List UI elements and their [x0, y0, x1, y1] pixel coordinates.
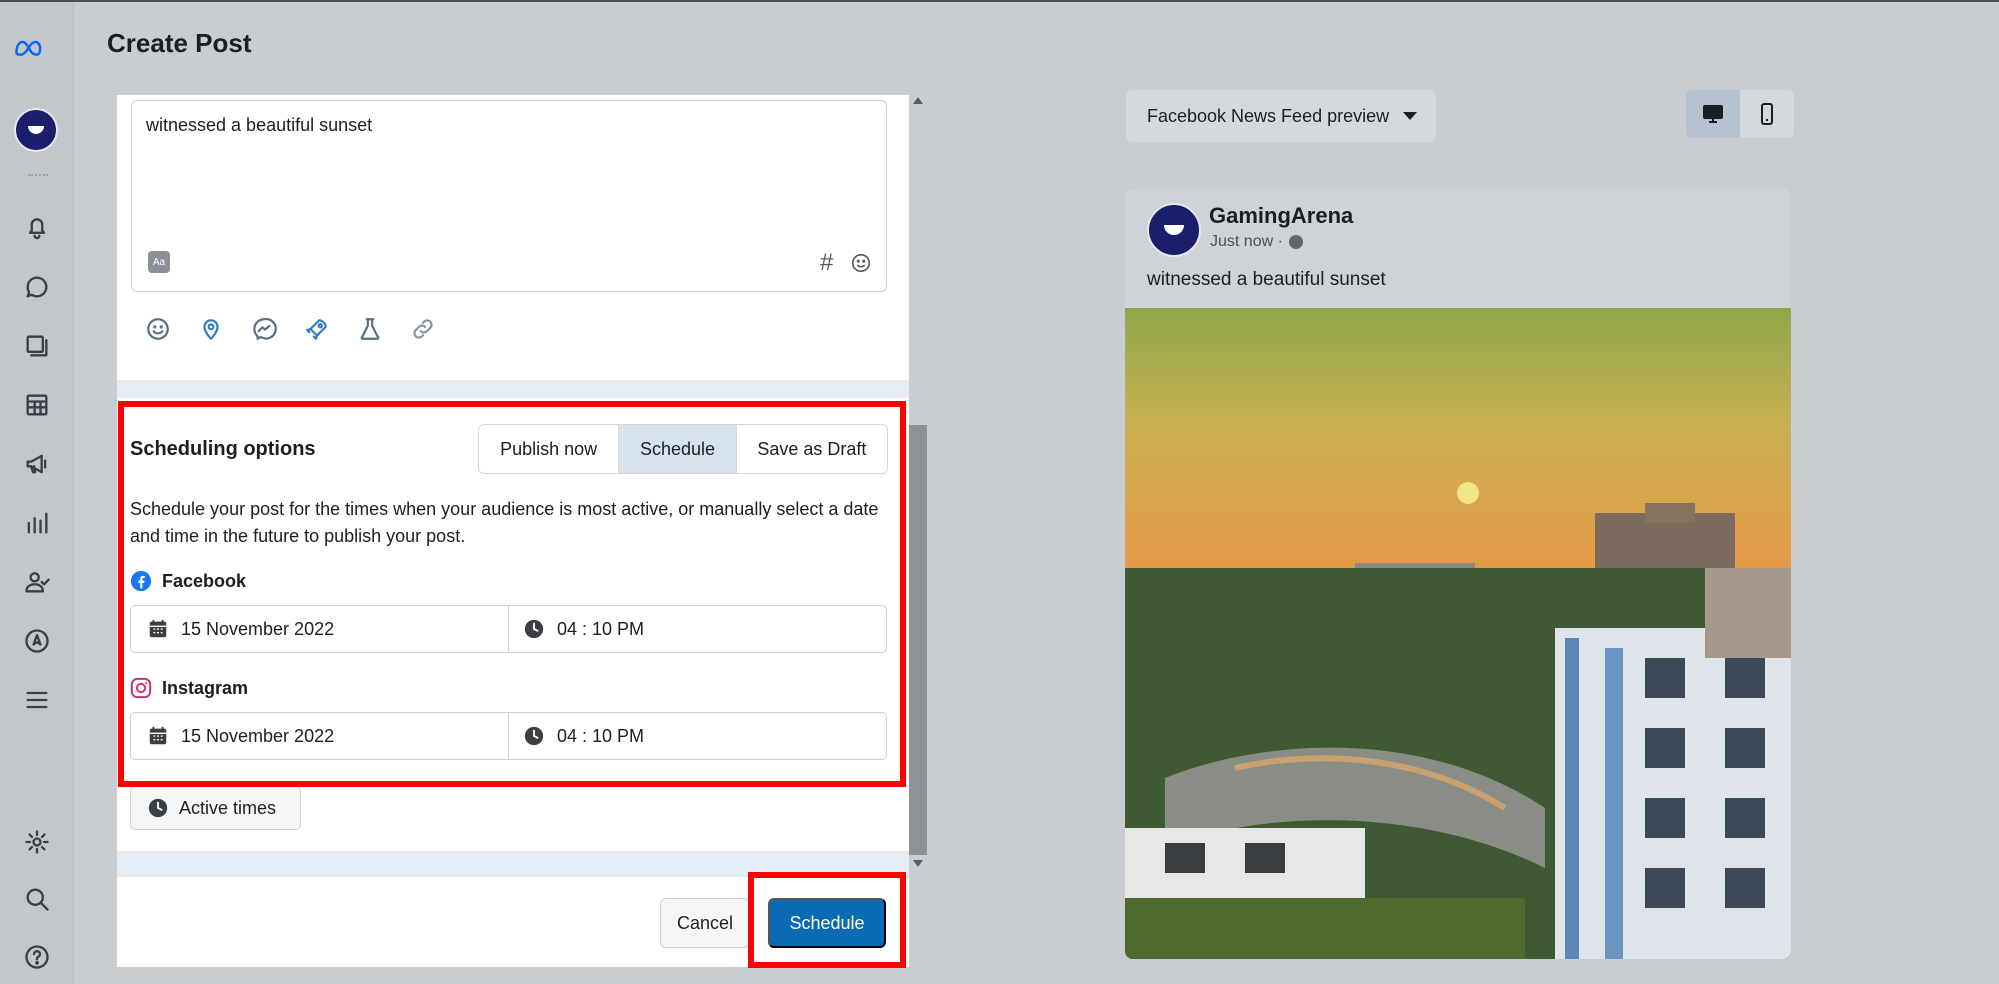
compass-icon[interactable]	[20, 624, 54, 658]
post-meta: Just now ·	[1210, 233, 1303, 251]
emoji-icon[interactable]	[850, 252, 872, 274]
active-times-button[interactable]: Active times	[130, 786, 301, 830]
test-flask-icon[interactable]	[357, 316, 383, 342]
schedule-button-highlight-box	[748, 872, 906, 968]
menu-icon[interactable]	[20, 683, 54, 717]
post-text-value: witnessed a beautiful sunset	[146, 115, 373, 135]
bell-icon[interactable]	[20, 210, 54, 244]
pages-icon[interactable]	[20, 329, 54, 363]
post-preview-card: GamingArena Just now · witnessed a beaut…	[1125, 189, 1791, 959]
feeling-icon[interactable]	[145, 316, 171, 342]
sunset-photo	[1125, 308, 1791, 959]
page-title: Create Post	[107, 28, 252, 58]
hashtag-icon[interactable]: #	[820, 249, 833, 277]
scroll-up-arrow-icon[interactable]	[913, 97, 923, 104]
link-icon[interactable]	[410, 316, 436, 342]
mobile-preview-button[interactable]	[1740, 90, 1794, 138]
preview-type-label: Facebook News Feed preview	[1147, 105, 1390, 126]
section-divider	[117, 380, 909, 398]
rail-separator	[28, 174, 48, 176]
account-avatar[interactable]	[14, 108, 58, 152]
text-format-icon[interactable]: Aa	[148, 251, 170, 273]
messenger-icon[interactable]	[251, 316, 277, 342]
help-icon[interactable]	[20, 940, 54, 974]
people-icon[interactable]	[20, 565, 54, 599]
chevron-down-icon	[1403, 112, 1418, 120]
desktop-icon	[1703, 105, 1723, 123]
mobile-icon	[1761, 103, 1773, 125]
top-border	[0, 0, 1999, 2]
post-timestamp: Just now ·	[1210, 233, 1283, 250]
clock-icon	[148, 798, 168, 818]
location-pin-icon[interactable]	[198, 316, 224, 342]
globe-icon	[1288, 235, 1303, 249]
post-text-input[interactable]: witnessed a beautiful sunset Aa #	[131, 100, 887, 292]
left-nav-rail	[0, 2, 74, 984]
desktop-preview-button[interactable]	[1686, 90, 1740, 138]
scheduling-highlight-box	[118, 401, 906, 787]
table-icon[interactable]	[20, 388, 54, 422]
preview-type-dropdown[interactable]: Facebook News Feed preview	[1126, 90, 1436, 142]
boost-rocket-icon[interactable]	[304, 316, 330, 342]
active-times-label: Active times	[179, 797, 277, 818]
search-icon[interactable]	[20, 882, 54, 916]
page-name: GamingArena	[1209, 203, 1354, 228]
chat-icon[interactable]	[20, 270, 54, 304]
megaphone-icon[interactable]	[20, 447, 54, 481]
panel-scrollbar-thumb[interactable]	[909, 425, 927, 855]
meta-logo[interactable]	[14, 34, 42, 62]
scroll-down-arrow-icon[interactable]	[913, 860, 923, 867]
bar-chart-icon[interactable]	[20, 506, 54, 540]
page-avatar	[1147, 203, 1201, 257]
post-preview-text: witnessed a beautiful sunset	[1147, 269, 1386, 290]
gear-icon[interactable]	[20, 825, 54, 859]
device-toggle	[1686, 90, 1794, 138]
cancel-button[interactable]: Cancel	[660, 898, 750, 948]
